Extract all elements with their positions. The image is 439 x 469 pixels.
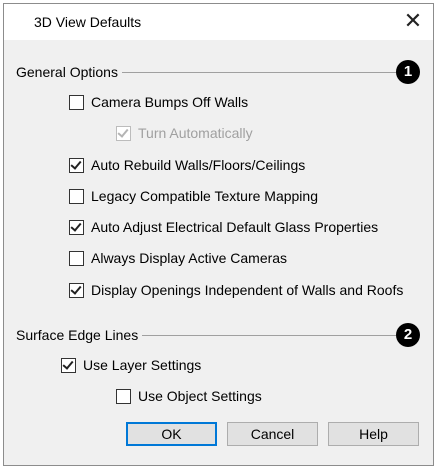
checkmark-icon [62, 357, 74, 370]
checkbox-label: Always Display Active Cameras [91, 250, 288, 266]
title-bar: 3D View Defaults ✕ [4, 4, 433, 40]
callout-badge-2: 2 [396, 323, 420, 347]
surface-edge-lines-label: Surface Edge Lines [16, 327, 143, 343]
checkmark-icon [117, 125, 129, 138]
checkmark-icon [70, 157, 82, 170]
checkbox-label: Legacy Compatible Texture Mapping [91, 188, 318, 204]
general-options-label: General Options [16, 64, 122, 80]
checkbox-box[interactable] [116, 388, 131, 404]
checkbox-box[interactable] [116, 125, 131, 141]
checkbox-auto-rebuild-walls[interactable]: Auto Rebuild Walls/Floors/Ceilings [69, 155, 305, 175]
checkbox-turn-automatically[interactable]: Turn Automatically [116, 123, 253, 143]
checkbox-label: Auto Rebuild Walls/Floors/Ceilings [91, 157, 306, 173]
checkmark-icon [70, 219, 82, 232]
callout-badge-1: 1 [396, 60, 420, 84]
checkbox-box[interactable] [69, 219, 84, 235]
dialog-title: 3D View Defaults [34, 14, 142, 30]
checkbox-use-layer-settings[interactable]: Use Layer Settings [61, 355, 201, 375]
checkbox-display-active-cameras[interactable]: Always Display Active Cameras [69, 248, 287, 268]
ok-button[interactable]: OK [126, 422, 217, 446]
dialog-3d-view-defaults: 3D View Defaults ✕ General Options 1 Cam… [3, 3, 434, 466]
checkbox-use-object-settings[interactable]: Use Object Settings [116, 386, 262, 406]
checkbox-label: Display Openings Independent of Walls an… [91, 282, 404, 298]
help-button[interactable]: Help [328, 422, 419, 446]
checkbox-box[interactable] [69, 188, 84, 204]
checkbox-label: Use Object Settings [138, 388, 262, 404]
checkbox-legacy-texture-mapping[interactable]: Legacy Compatible Texture Mapping [69, 186, 318, 206]
checkbox-camera-bumps-off-walls[interactable]: Camera Bumps Off Walls [69, 92, 248, 112]
checkbox-box[interactable] [69, 94, 84, 110]
checkbox-auto-adjust-glass[interactable]: Auto Adjust Electrical Default Glass Pro… [69, 217, 378, 237]
checkbox-box[interactable] [61, 357, 76, 373]
checkbox-label: Turn Automatically [138, 125, 253, 141]
checkbox-label: Auto Adjust Electrical Default Glass Pro… [91, 219, 379, 235]
checkbox-label: Camera Bumps Off Walls [91, 94, 249, 110]
cancel-button[interactable]: Cancel [227, 422, 318, 446]
checkmark-icon [70, 282, 82, 295]
checkbox-display-openings[interactable]: Display Openings Independent of Walls an… [69, 280, 403, 300]
checkbox-box[interactable] [69, 250, 84, 266]
checkbox-box[interactable] [69, 282, 84, 298]
close-button[interactable]: ✕ [399, 8, 427, 34]
checkbox-label: Use Layer Settings [83, 357, 202, 373]
checkbox-box[interactable] [69, 157, 84, 173]
